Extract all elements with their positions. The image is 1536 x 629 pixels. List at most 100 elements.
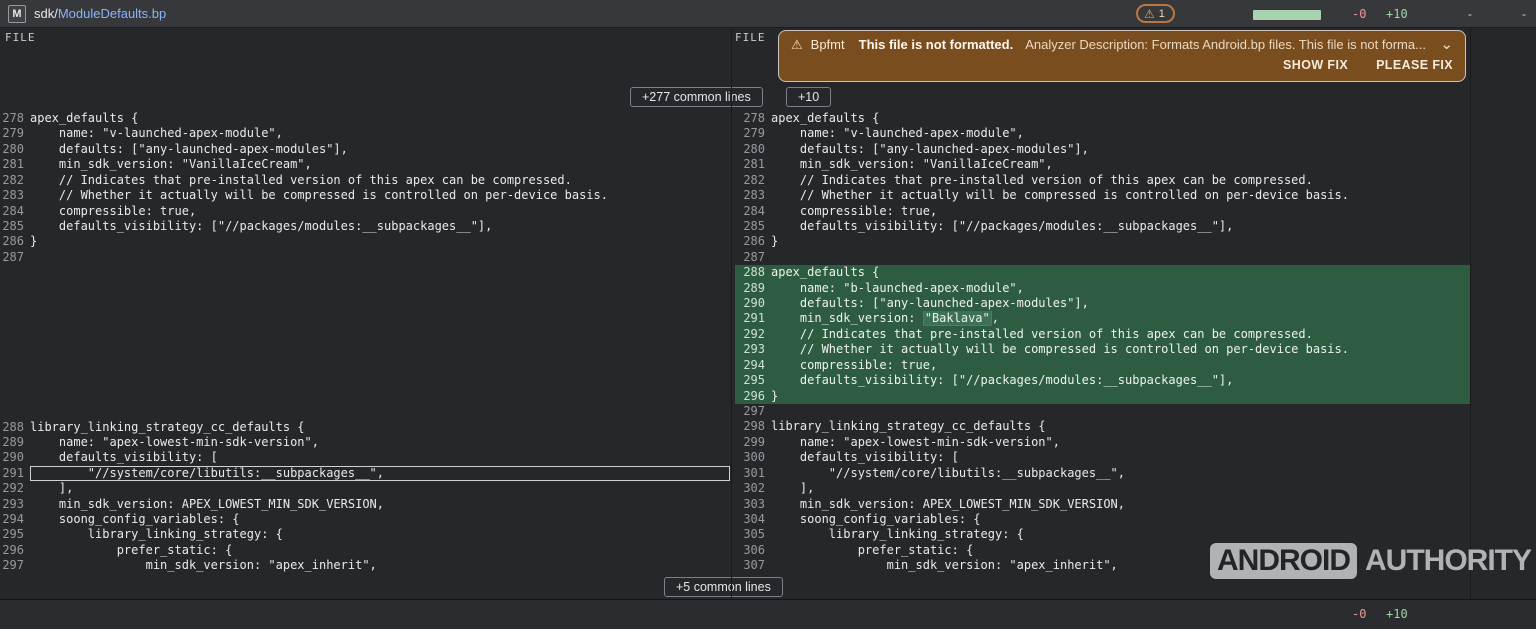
warning-count-chip[interactable]: ⚠ 1 bbox=[1136, 4, 1175, 23]
line-number[interactable]: 295 bbox=[735, 373, 771, 388]
line-number[interactable]: 294 bbox=[735, 358, 771, 373]
line-number[interactable]: 292 bbox=[735, 327, 771, 342]
line-number[interactable]: 281 bbox=[735, 157, 771, 172]
code-line[interactable]: // Whether it actually will be compresse… bbox=[30, 188, 730, 203]
line-number[interactable]: 284 bbox=[0, 204, 30, 219]
code-line[interactable]: min_sdk_version: "VanillaIceCream", bbox=[30, 157, 730, 172]
code-line[interactable]: ], bbox=[771, 481, 1470, 496]
line-number[interactable]: 292 bbox=[0, 481, 30, 496]
line-number[interactable]: 305 bbox=[735, 527, 771, 542]
line-number[interactable]: 283 bbox=[735, 188, 771, 203]
line-number[interactable]: 282 bbox=[0, 173, 30, 188]
line-number[interactable]: 288 bbox=[0, 420, 30, 435]
code-line[interactable]: name: "v-launched-apex-module", bbox=[30, 126, 730, 141]
code-line[interactable] bbox=[771, 404, 1470, 419]
line-number[interactable]: 296 bbox=[0, 543, 30, 558]
line-number[interactable]: 281 bbox=[0, 157, 30, 172]
show-fix-button[interactable]: SHOW FIX bbox=[1283, 58, 1348, 72]
code-line[interactable]: soong_config_variables: { bbox=[771, 512, 1470, 527]
code-line[interactable]: defaults_visibility: ["//packages/module… bbox=[771, 373, 1470, 388]
code-line[interactable]: defaults_visibility: ["//packages/module… bbox=[30, 219, 730, 234]
line-number[interactable]: 278 bbox=[0, 111, 30, 126]
code-line[interactable]: defaults_visibility: [ bbox=[771, 450, 1470, 465]
line-number[interactable]: 290 bbox=[0, 450, 30, 465]
code-line[interactable]: } bbox=[771, 389, 1470, 404]
code-line[interactable]: name: "b-launched-apex-module", bbox=[771, 281, 1470, 296]
line-number[interactable]: 294 bbox=[0, 512, 30, 527]
line-number[interactable]: 285 bbox=[0, 219, 30, 234]
code-line[interactable]: compressible: true, bbox=[771, 358, 1470, 373]
expand-plus-button[interactable]: +10 bbox=[786, 87, 831, 107]
line-number[interactable]: 297 bbox=[0, 558, 30, 573]
expand-bottom-common-lines-button[interactable]: +5 common lines bbox=[664, 577, 783, 597]
code-line[interactable]: apex_defaults { bbox=[771, 111, 1470, 126]
line-number[interactable]: 287 bbox=[735, 250, 771, 265]
line-number[interactable]: 285 bbox=[735, 219, 771, 234]
code-line[interactable]: library_linking_strategy: { bbox=[771, 527, 1470, 542]
line-number[interactable]: 288 bbox=[735, 265, 771, 280]
chevron-down-icon[interactable]: ⌄ bbox=[1440, 37, 1453, 52]
line-number[interactable]: 300 bbox=[735, 450, 771, 465]
code-line[interactable]: defaults_visibility: ["//packages/module… bbox=[771, 219, 1470, 234]
code-line[interactable]: defaults_visibility: [ bbox=[30, 450, 730, 465]
line-number[interactable]: 307 bbox=[735, 558, 771, 573]
line-number[interactable]: 284 bbox=[735, 204, 771, 219]
code-line[interactable]: name: "apex-lowest-min-sdk-version", bbox=[30, 435, 730, 450]
line-number[interactable]: 283 bbox=[0, 188, 30, 203]
code-line[interactable]: } bbox=[771, 234, 1470, 249]
code-line[interactable]: library_linking_strategy_cc_defaults { bbox=[771, 419, 1470, 434]
line-number[interactable]: 297 bbox=[735, 404, 771, 419]
line-number[interactable]: 282 bbox=[735, 173, 771, 188]
code-line[interactable]: min_sdk_version: "apex_inherit", bbox=[30, 558, 730, 573]
code-line[interactable]: "//system/core/libutils:__subpackages__"… bbox=[771, 466, 1470, 481]
line-number[interactable]: 278 bbox=[735, 111, 771, 126]
code-line[interactable]: // Indicates that pre-installed version … bbox=[771, 173, 1470, 188]
code-line[interactable]: // Indicates that pre-installed version … bbox=[771, 327, 1470, 342]
code-line[interactable] bbox=[771, 250, 1470, 265]
code-line[interactable]: // Whether it actually will be compresse… bbox=[771, 342, 1470, 357]
line-number[interactable]: 298 bbox=[735, 419, 771, 434]
code-line[interactable]: defaults: ["any-launched-apex-modules"], bbox=[771, 296, 1470, 311]
line-number[interactable]: 304 bbox=[735, 512, 771, 527]
line-number[interactable]: 306 bbox=[735, 543, 771, 558]
line-number[interactable]: 286 bbox=[735, 234, 771, 249]
line-number[interactable]: 295 bbox=[0, 527, 30, 542]
line-number[interactable]: 302 bbox=[735, 481, 771, 496]
line-number[interactable]: 296 bbox=[735, 389, 771, 404]
code-line[interactable]: min_sdk_version: APEX_LOWEST_MIN_SDK_VER… bbox=[771, 497, 1470, 512]
line-number[interactable]: 286 bbox=[0, 234, 30, 249]
code-line[interactable]: apex_defaults { bbox=[771, 265, 1470, 280]
line-number[interactable]: 280 bbox=[735, 142, 771, 157]
please-fix-button[interactable]: PLEASE FIX bbox=[1376, 58, 1453, 72]
code-line[interactable]: apex_defaults { bbox=[30, 111, 730, 126]
line-number[interactable]: 303 bbox=[735, 497, 771, 512]
line-number[interactable]: 301 bbox=[735, 466, 771, 481]
code-line[interactable]: compressible: true, bbox=[771, 204, 1470, 219]
line-number[interactable]: 287 bbox=[0, 250, 30, 265]
code-line[interactable]: defaults: ["any-launched-apex-modules"], bbox=[771, 142, 1470, 157]
code-line[interactable] bbox=[30, 250, 730, 265]
line-number[interactable]: 279 bbox=[0, 126, 30, 141]
expand-common-lines-button[interactable]: +277 common lines bbox=[630, 87, 763, 107]
code-line[interactable]: // Indicates that pre-installed version … bbox=[30, 173, 730, 188]
line-number[interactable]: 289 bbox=[0, 435, 30, 450]
line-number[interactable]: 290 bbox=[735, 296, 771, 311]
code-line[interactable]: prefer_static: { bbox=[30, 543, 730, 558]
line-number[interactable]: 291 bbox=[0, 466, 30, 481]
code-line[interactable]: } bbox=[30, 234, 730, 249]
line-number[interactable]: 289 bbox=[735, 281, 771, 296]
code-line[interactable]: library_linking_strategy_cc_defaults { bbox=[30, 420, 730, 435]
code-line[interactable]: ], bbox=[30, 481, 730, 496]
code-line[interactable]: min_sdk_version: APEX_LOWEST_MIN_SDK_VER… bbox=[30, 497, 730, 512]
line-number[interactable]: 280 bbox=[0, 142, 30, 157]
line-number[interactable]: 299 bbox=[735, 435, 771, 450]
file-path-link[interactable]: sdk/ModuleDefaults.bp bbox=[34, 6, 166, 21]
code-line[interactable]: library_linking_strategy: { bbox=[30, 527, 730, 542]
code-line[interactable]: compressible: true, bbox=[30, 204, 730, 219]
code-line[interactable]: name: "v-launched-apex-module", bbox=[771, 126, 1470, 141]
line-number[interactable]: 293 bbox=[0, 497, 30, 512]
code-line[interactable]: min_sdk_version: "Baklava", bbox=[771, 311, 1470, 326]
code-line[interactable]: soong_config_variables: { bbox=[30, 512, 730, 527]
line-number[interactable]: 293 bbox=[735, 342, 771, 357]
line-number[interactable]: 291 bbox=[735, 311, 771, 326]
